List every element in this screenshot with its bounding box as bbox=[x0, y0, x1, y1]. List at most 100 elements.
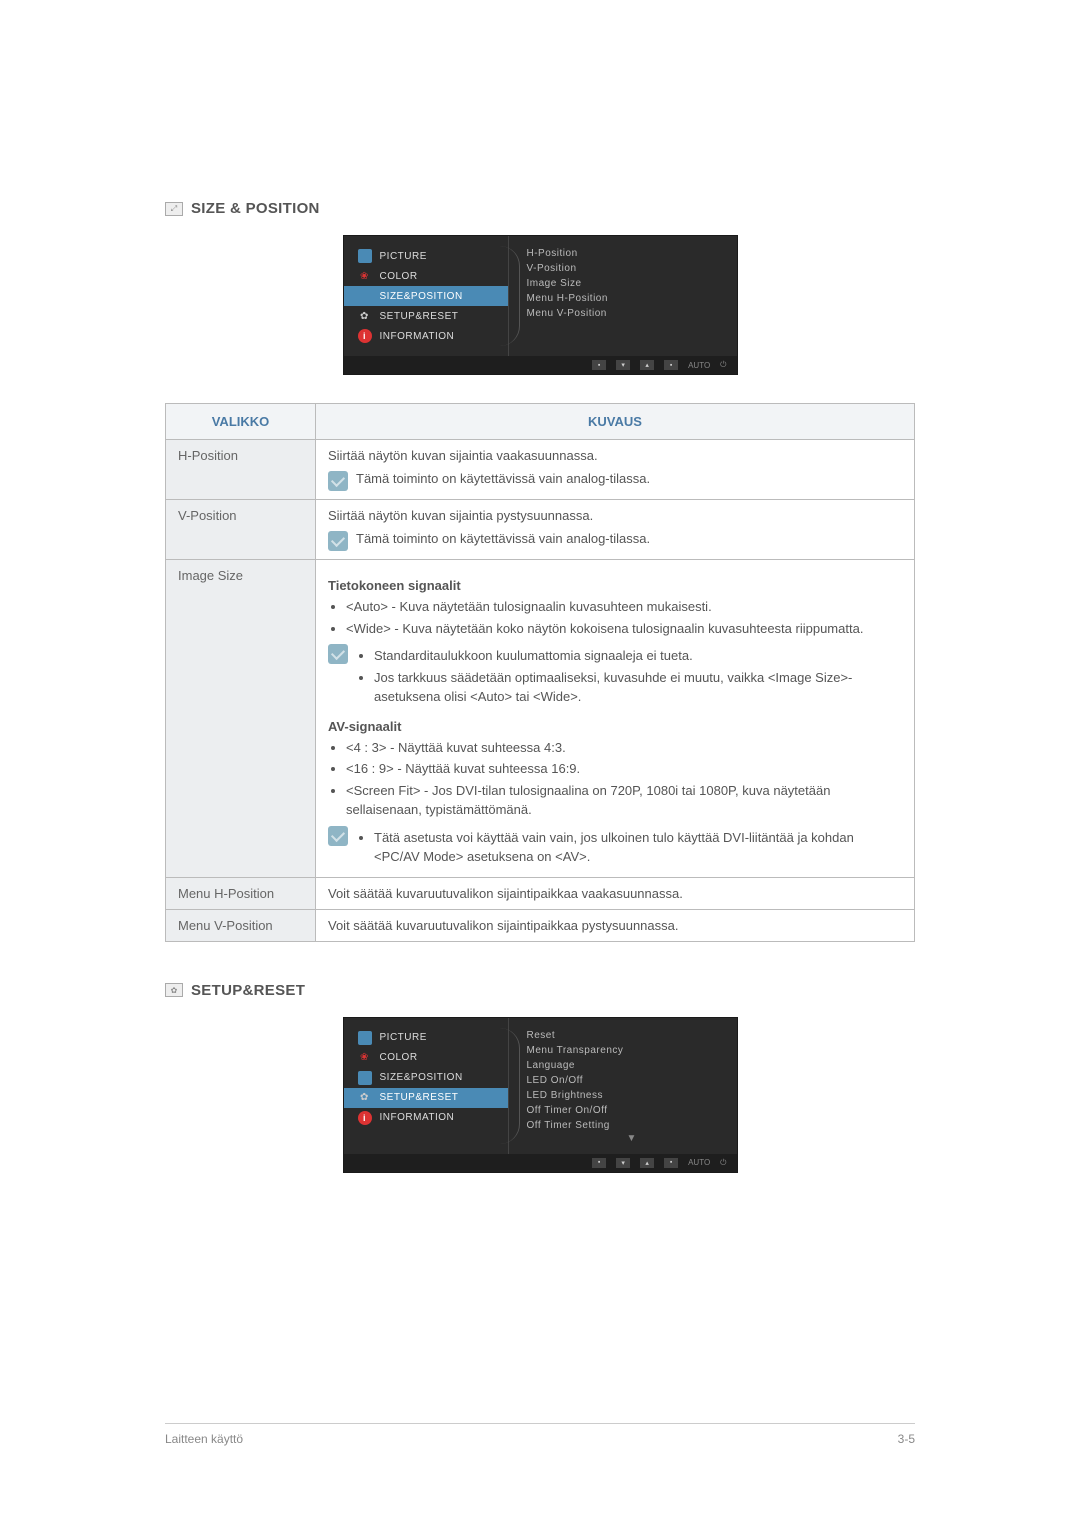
footer-left: Laitteen käyttö bbox=[165, 1432, 243, 1446]
osd-label: COLOR bbox=[380, 271, 418, 282]
desc-text: Siirtää näytön kuvan sijaintia vaakasuun… bbox=[328, 448, 902, 463]
section-header-size-position: ⤢ SIZE & POSITION bbox=[165, 200, 915, 217]
note-text: Tämä toiminto on käytettävissä vain anal… bbox=[356, 471, 650, 486]
osd-sub-item: H-Position bbox=[527, 246, 737, 261]
resize-icon: ⤢ bbox=[165, 202, 183, 216]
auto-label: AUTO bbox=[688, 1158, 710, 1167]
note-text: Tämä toiminto on käytettävissä vain anal… bbox=[356, 531, 650, 546]
osd-item-size-active: SIZE&POSITION bbox=[344, 286, 508, 306]
osd-label: SIZE&POSITION bbox=[380, 291, 463, 302]
osd-screenshot-1: PICTURE ❀ COLOR SIZE&POSITION ✿ SETUP&RESE… bbox=[165, 235, 915, 375]
osd-label: INFORMATION bbox=[380, 331, 455, 342]
osd-item-color: ❀ COLOR bbox=[344, 266, 508, 286]
sub-title: Tietokoneen signaalit bbox=[328, 578, 902, 593]
osd-item-color: ❀ COLOR bbox=[344, 1048, 508, 1068]
osd-item-picture: PICTURE bbox=[344, 246, 508, 266]
osd-label: INFORMATION bbox=[380, 1112, 455, 1123]
th-menu: VALIKKO bbox=[166, 404, 316, 440]
nav-btn: ▴ bbox=[640, 360, 654, 370]
auto-label: AUTO bbox=[688, 361, 710, 370]
table-row: Menu H-Position Voit säätää kuvaruutuval… bbox=[166, 877, 915, 909]
color-icon: ❀ bbox=[358, 269, 372, 283]
row-desc: Tietokoneen signaalit <Auto> - Kuva näyt… bbox=[316, 560, 915, 878]
nav-btn: ▾ bbox=[616, 360, 630, 370]
note-icon bbox=[328, 826, 348, 846]
osd-label: SETUP&RESET bbox=[380, 1092, 459, 1103]
section-title: SETUP&RESET bbox=[191, 982, 305, 999]
osd-label: PICTURE bbox=[380, 251, 427, 262]
gear-box-icon: ✿ bbox=[165, 983, 183, 997]
list-item: <Wide> - Kuva näytetään koko näytön koko… bbox=[346, 619, 902, 639]
footer-right: 3-5 bbox=[898, 1432, 915, 1446]
power-icon: ⏻ bbox=[720, 1158, 726, 1168]
osd-sub-item: Menu V-Position bbox=[527, 306, 737, 321]
list-item: Tätä asetusta voi käyttää vain vain, jos… bbox=[374, 828, 902, 867]
osd-item-setup-active: ✿ SETUP&RESET bbox=[344, 1088, 508, 1108]
nav-btn: ▪ bbox=[664, 1158, 678, 1168]
page-footer: Laitteen käyttö 3-5 bbox=[165, 1423, 915, 1446]
row-desc: Voit säätää kuvaruutuvalikon sijaintipai… bbox=[316, 877, 915, 909]
table-row: Menu V-Position Voit säätää kuvaruutuval… bbox=[166, 909, 915, 941]
osd-screenshot-2: PICTURE ❀ COLOR SIZE&POSITION ✿ SETUP&RESE… bbox=[165, 1017, 915, 1173]
osd-sub-item: Language bbox=[527, 1058, 737, 1073]
list-item: <Screen Fit> - Jos DVI-tilan tulosignaal… bbox=[346, 781, 902, 820]
osd-sub-item: LED Brightness bbox=[527, 1088, 737, 1103]
list-item: Standarditaulukkoon kuulumattomia signaa… bbox=[374, 646, 902, 666]
osd-sub-item: V-Position bbox=[527, 261, 737, 276]
size-icon bbox=[358, 289, 372, 303]
note-icon bbox=[328, 644, 348, 664]
osd-item-size: SIZE&POSITION bbox=[344, 1068, 508, 1088]
picture-icon bbox=[358, 1031, 372, 1045]
chevron-down-icon: ▼ bbox=[527, 1133, 737, 1144]
nav-btn: ▪ bbox=[664, 360, 678, 370]
row-label: Menu H-Position bbox=[166, 877, 316, 909]
osd-label: SIZE&POSITION bbox=[380, 1072, 463, 1083]
table-row: H-Position Siirtää näytön kuvan sijainti… bbox=[166, 440, 915, 500]
osd-sub-item: Menu H-Position bbox=[527, 291, 737, 306]
list-item: <4 : 3> - Näyttää kuvat suhteessa 4:3. bbox=[346, 738, 902, 758]
list-item: <Auto> - Kuva näytetään tulosignaalin ku… bbox=[346, 597, 902, 617]
osd-item-info: i INFORMATION bbox=[344, 1108, 508, 1128]
th-desc: KUVAUS bbox=[316, 404, 915, 440]
nav-btn: ▴ bbox=[640, 1158, 654, 1168]
osd-label: COLOR bbox=[380, 1052, 418, 1063]
gear-icon: ✿ bbox=[358, 1091, 372, 1105]
picture-icon bbox=[358, 249, 372, 263]
nav-btn: ▪ bbox=[592, 1158, 606, 1168]
table-row: Image Size Tietokoneen signaalit <Auto> … bbox=[166, 560, 915, 878]
osd-sub-item: Image Size bbox=[527, 276, 737, 291]
osd-label: SETUP&RESET bbox=[380, 311, 459, 322]
section-header-setup-reset: ✿ SETUP&RESET bbox=[165, 982, 915, 999]
osd-sub-item: Menu Transparency bbox=[527, 1043, 737, 1058]
nav-btn: ▪ bbox=[592, 360, 606, 370]
row-desc: Siirtää näytön kuvan sijaintia pystysuun… bbox=[316, 500, 915, 560]
info-icon: i bbox=[358, 329, 372, 343]
size-icon bbox=[358, 1071, 372, 1085]
row-desc: Voit säätää kuvaruutuvalikon sijaintipai… bbox=[316, 909, 915, 941]
row-label: H-Position bbox=[166, 440, 316, 500]
osd-sub-item: Off Timer On/Off bbox=[527, 1103, 737, 1118]
osd-sub-item: LED On/Off bbox=[527, 1073, 737, 1088]
osd-item-picture: PICTURE bbox=[344, 1028, 508, 1048]
power-icon: ⏻ bbox=[720, 360, 726, 370]
osd-label: PICTURE bbox=[380, 1032, 427, 1043]
osd-item-info: i INFORMATION bbox=[344, 326, 508, 346]
info-icon: i bbox=[358, 1111, 372, 1125]
section-title: SIZE & POSITION bbox=[191, 200, 320, 217]
osd-item-setup: ✿ SETUP&RESET bbox=[344, 306, 508, 326]
color-icon: ❀ bbox=[358, 1051, 372, 1065]
gear-icon: ✿ bbox=[358, 309, 372, 323]
note-icon bbox=[328, 531, 348, 551]
row-label: Menu V-Position bbox=[166, 909, 316, 941]
list-item: Jos tarkkuus säädetään optimaaliseksi, k… bbox=[374, 668, 902, 707]
osd-sub-item: Reset bbox=[527, 1028, 737, 1043]
sub-title: AV-signaalit bbox=[328, 719, 902, 734]
desc-text: Siirtää näytön kuvan sijaintia pystysuun… bbox=[328, 508, 902, 523]
nav-btn: ▾ bbox=[616, 1158, 630, 1168]
row-label: Image Size bbox=[166, 560, 316, 878]
note-icon bbox=[328, 471, 348, 491]
table-row: V-Position Siirtää näytön kuvan sijainti… bbox=[166, 500, 915, 560]
osd-sub-item: Off Timer Setting bbox=[527, 1118, 737, 1133]
row-desc: Siirtää näytön kuvan sijaintia vaakasuun… bbox=[316, 440, 915, 500]
description-table: VALIKKO KUVAUS H-Position Siirtää näytön… bbox=[165, 403, 915, 942]
